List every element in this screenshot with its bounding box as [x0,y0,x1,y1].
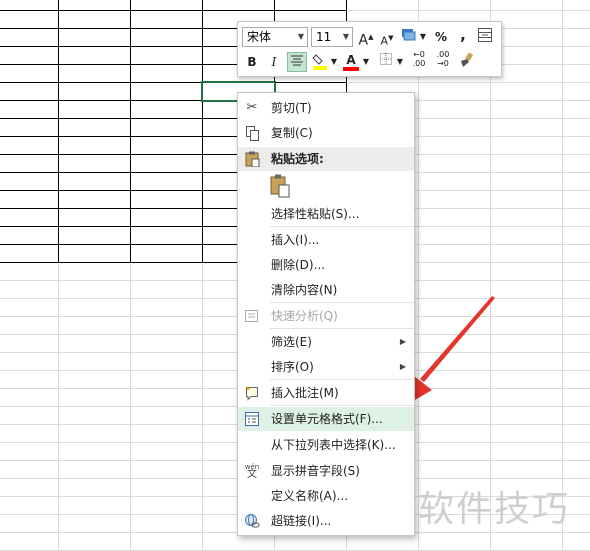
menu-item-pick-from-list[interactable]: 从下拉列表中选择(K)... [238,433,414,457]
menu-item-label: 插入批注(M) [271,386,339,400]
menu-item-label: 剪切(T) [271,101,312,115]
center-align-icon [291,55,303,66]
context-menu: ✂ 剪切(T) 复制(C) 粘贴选项: 选择性粘贴(S)... 插入(I)...… [237,92,415,536]
chevron-down-icon[interactable]: ▼ [418,27,428,47]
decrease-decimal-button[interactable]: .00 →0 [433,50,453,70]
merge-cells-button[interactable] [476,27,494,47]
bold-button[interactable]: B [243,52,261,72]
menu-item-label: 复制(C) [271,126,313,140]
shrink-font-label: A [380,34,389,48]
font-size-value: 11 [316,30,332,44]
accounting-format-icon [402,29,416,41]
copy-icon [244,125,260,141]
menu-item-label: 显示拼音字段(S) [271,464,360,478]
menu-separator [270,226,414,227]
quick-analysis-icon [244,308,260,324]
menu-item-insert-comment[interactable]: ✦ 插入批注(M) [238,381,414,405]
clipboard-icon [244,151,260,171]
clipboard-paste-icon [270,174,290,198]
svg-text:✦: ✦ [245,385,251,393]
chevron-down-icon: ▼ [342,32,349,41]
comma-style-button[interactable]: , [454,25,472,45]
grow-font-button[interactable]: A▲ [357,27,375,49]
menu-item-insert[interactable]: 插入(I)... [238,228,414,252]
format-cells-icon [244,411,260,427]
menu-separator [270,405,414,406]
font-color-swatch [343,67,359,71]
shrink-font-button[interactable]: A▼ [378,28,396,48]
paste-options-header: 粘贴选项: [238,147,414,171]
menu-item-paste-special[interactable]: 选择性粘贴(S)... [238,202,414,226]
menu-item-sort[interactable]: 排序(O) ▶ [238,355,414,379]
accounting-format-button[interactable] [400,27,418,47]
chevron-down-icon: ▼ [297,32,304,41]
menu-item-label: 快速分析(Q) [271,309,338,323]
menu-separator [270,328,414,329]
chevron-down-icon[interactable]: ▼ [395,52,405,72]
scissors-icon: ✂ [246,100,258,115]
menu-item-format-cells[interactable]: 设置单元格格式(F)... [238,407,414,431]
fill-bucket-icon [312,54,327,70]
menu-item-cut[interactable]: ✂ 剪切(T) [238,96,414,120]
phonetic-icon: wén 文 [244,463,260,480]
merge-cells-icon [478,28,492,42]
mini-toolbar: 宋体 ▼ 11 ▼ A▲ A▼ ▼ % , B I ▼ A ▼ ▼ ←0 .00… [237,21,502,77]
menu-item-label: 删除(D)... [271,258,326,272]
center-align-button[interactable] [287,52,307,72]
chevron-down-icon[interactable]: ▼ [329,52,339,72]
menu-item-filter[interactable]: 筛选(E) ▶ [238,330,414,354]
chevron-down-icon[interactable]: ▼ [361,52,371,72]
font-name-value: 宋体 [247,30,272,44]
menu-item-phonetic[interactable]: wén 文 显示拼音字段(S) [238,459,414,483]
font-size-select[interactable]: 11 ▼ [311,27,353,47]
menu-item-quick-analysis[interactable]: 快速分析(Q) [238,304,414,328]
menu-item-label: 清除内容(N) [271,283,338,297]
paste-options-label: 粘贴选项: [271,152,324,166]
font-name-select[interactable]: 宋体 ▼ [242,27,308,47]
percent-button[interactable]: % [432,27,450,47]
italic-button[interactable]: I [265,52,283,72]
menu-item-label: 选择性粘贴(S)... [271,207,360,221]
menu-item-label: 超链接(I)... [271,514,332,528]
watermark-text: 软件技巧 [418,489,571,530]
menu-separator [270,379,414,380]
increase-decimal-button[interactable]: ←0 .00 [409,50,429,70]
chevron-right-icon: ▶ [399,362,406,371]
fill-color-button[interactable] [311,52,329,72]
red-arrow-annotation [408,296,495,404]
borders-button[interactable] [377,52,395,72]
menu-item-hyperlink[interactable]: 超链接(I)... [238,509,414,533]
menu-item-delete[interactable]: 删除(D)... [238,253,414,277]
menu-item-label: 定义名称(A)... [271,489,349,503]
menu-item-label: 插入(I)... [271,233,320,247]
menu-item-clear-contents[interactable]: 清除内容(N) [238,278,414,302]
comment-icon: ✦ [244,385,260,401]
font-color-letter: A [346,53,356,67]
menu-item-label: 从下拉列表中选择(K)... [271,438,396,452]
menu-item-label: 筛选(E) [271,335,312,349]
menu-item-label: 设置单元格格式(F)... [271,412,383,426]
paste-button[interactable] [268,173,294,199]
format-painter-button[interactable] [457,52,475,72]
menu-separator [270,302,414,303]
font-color-button[interactable]: A [342,50,360,71]
phonetic-char: 文 [247,469,257,480]
menu-item-copy[interactable]: 复制(C) [238,121,414,145]
menu-item-label: 排序(O) [271,360,314,374]
paintbrush-icon [461,52,474,67]
grow-font-label: A [358,32,369,49]
chevron-right-icon: ▶ [399,337,406,346]
borders-icon [380,53,392,65]
hyperlink-icon [244,513,260,529]
menu-item-define-name[interactable]: 定义名称(A)... [238,484,414,508]
